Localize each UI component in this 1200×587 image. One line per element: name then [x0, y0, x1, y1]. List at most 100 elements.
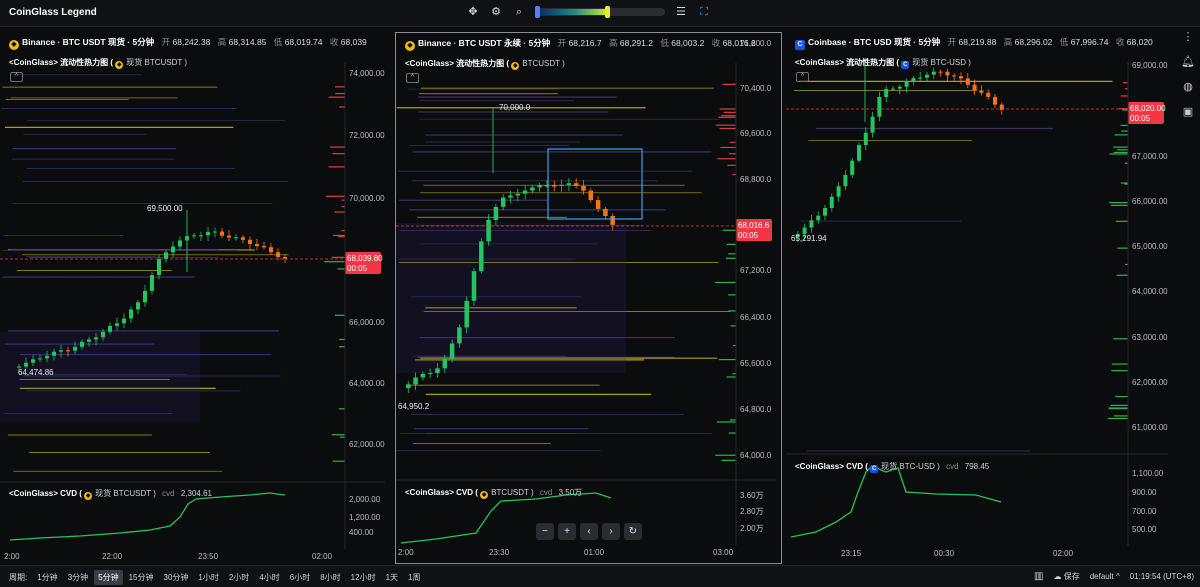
period-0[interactable]: 1分钟 — [33, 570, 61, 585]
period-5[interactable]: 1小时 — [194, 570, 222, 585]
price-axis-label: 74,000.00 — [349, 69, 385, 78]
layout-icon[interactable]: ▥ — [1034, 571, 1043, 582]
save-button[interactable]: ☁ 保存 — [1053, 571, 1079, 582]
candle-body — [435, 368, 440, 374]
layout-select[interactable]: default ^ — [1090, 572, 1120, 581]
zoom-out-button[interactable]: − — [536, 523, 554, 540]
zoom-in-button[interactable]: + — [558, 523, 576, 540]
candle-body — [143, 290, 147, 303]
period-12[interactable]: 1周 — [404, 570, 424, 585]
orderbook-bar — [1120, 124, 1128, 127]
candle-body — [595, 200, 601, 209]
layout-name: default — [1089, 572, 1114, 581]
candle-body — [52, 351, 56, 356]
candle-body — [938, 71, 943, 73]
candle-body — [870, 116, 875, 133]
orderbook-bar — [328, 96, 345, 98]
candle-body — [87, 339, 91, 342]
collapse-button[interactable]: ^ — [10, 72, 23, 82]
heatmap-indicator-title[interactable]: <CoinGlass> 流动性热力图 ( ◆ BTCUSDT ) — [405, 58, 565, 70]
orderbook-bar — [1114, 415, 1128, 417]
cvd-axis-label: 500.00 — [1132, 525, 1157, 534]
period-6[interactable]: 2小时 — [225, 570, 253, 585]
candle-body — [45, 355, 49, 359]
globe-icon[interactable]: ◍ — [1181, 80, 1195, 94]
orderbook-bar — [332, 256, 345, 258]
period-3[interactable]: 15分钟 — [125, 570, 158, 585]
orderbook-bar — [341, 229, 345, 232]
high-label: 高 — [1003, 37, 1013, 47]
chart-canvas[interactable]: 68,020.0000:05 69,000.00 67,000.00 66,000.0… — [786, 32, 1176, 564]
orderbook-bar — [334, 86, 345, 88]
settings-icon[interactable]: ⚙ — [489, 5, 503, 19]
heatmap-indicator-title[interactable]: <CoinGlass> 流动性热力图 ( ◆ 现货 BTCUSDT ) — [9, 57, 187, 69]
orderbook-bar — [334, 211, 345, 213]
cvd-indicator-title[interactable]: <CoinGlass> CVD ( C 现货 BTC-USD ) cvd 798.… — [795, 461, 989, 473]
orderbook-bar — [338, 408, 345, 410]
slider-min-handle[interactable] — [535, 6, 540, 18]
candle-body — [610, 216, 615, 225]
scroll-left-button[interactable]: ‹ — [580, 523, 598, 540]
candle-body — [178, 240, 182, 247]
period-7[interactable]: 4小时 — [255, 570, 283, 585]
candle-body — [276, 252, 280, 258]
cvd-ticker: 现货 BTC-USD ) — [881, 462, 940, 471]
price-axis-label: 68,800.0 — [740, 175, 772, 184]
screenshot-icon[interactable]: ⛶ — [697, 5, 711, 19]
heatmap-indicator-title[interactable]: <CoinGlass> 流动性热力图 ( C 现货 BTC-USD ) — [795, 57, 971, 69]
candle-body — [972, 84, 977, 91]
alert-icon[interactable]: 🔔︎ — [1181, 55, 1195, 69]
cvd-title: <CoinGlass> CVD ( — [9, 489, 82, 498]
collapse-button[interactable]: ^ — [796, 72, 809, 82]
cvd-axis-label: 400.00 — [349, 528, 374, 537]
candle-body — [850, 160, 855, 175]
chat-icon[interactable]: ▣ — [1181, 105, 1195, 119]
chart-panel-binance-spot[interactable]: 68,039.80 00:05 74,000.00 72,000.00 70,000.0… — [0, 32, 392, 564]
open-label: 开 — [161, 37, 171, 47]
price-axis-label: 63,000.00 — [1132, 333, 1168, 342]
candle-body — [891, 88, 895, 90]
chart-canvas[interactable]: 68,039.8000:05 74,000.00 72,000.00 70,000.0… — [0, 32, 392, 564]
cvd-axis-label: 1,100.00 — [1132, 469, 1164, 478]
period-11[interactable]: 1天 — [382, 570, 402, 585]
candle-body — [537, 185, 542, 188]
period-10[interactable]: 12小时 — [347, 570, 380, 585]
candle-body — [213, 231, 217, 233]
orderbook-bar — [330, 146, 345, 148]
candle-body — [588, 190, 594, 201]
search-icon[interactable]: ⌕ — [512, 5, 526, 19]
reset-view-button[interactable]: ↻ — [624, 523, 642, 540]
cvd-indicator-title[interactable]: <CoinGlass> CVD ( ◆ BTCUSDT ) cvd 3.50万 — [405, 487, 582, 499]
price-axis-label: 69,600.0 — [740, 129, 772, 138]
menu-icon[interactable]: ⋮ — [1181, 30, 1195, 44]
period-8[interactable]: 6小时 — [286, 570, 314, 585]
chart-panel-coinbase-spot[interactable]: 68,020.00 00:05 69,000.00 67,000.00 66,000.0… — [786, 32, 1176, 564]
orderbook-bar — [718, 358, 736, 361]
period-9[interactable]: 8小时 — [316, 570, 344, 585]
scroll-right-button[interactable]: › — [602, 523, 620, 540]
open-label: 开 — [557, 38, 567, 48]
candle-body — [234, 237, 238, 239]
period-4[interactable]: 30分钟 — [160, 570, 193, 585]
crosshair-icon[interactable]: ✥ — [466, 5, 480, 19]
last-price-tag: 68,016.600:05 — [736, 219, 772, 241]
time-axis-label: 00:30 — [934, 549, 955, 558]
heatmap-color-slider[interactable] — [535, 6, 665, 18]
cvd-indicator-title[interactable]: <CoinGlass> CVD ( ◆ 现货 BTCUSDT ) cvd 2,30… — [9, 488, 212, 500]
collapse-button[interactable]: ^ — [406, 73, 419, 83]
candle-body — [457, 327, 462, 344]
coinbase-icon: C — [795, 40, 805, 50]
candle-body — [925, 74, 929, 78]
candle-body — [122, 318, 126, 324]
candle-body — [471, 271, 477, 301]
chart-canvas[interactable]: 68,016.600:0571,200.070,400.069,600.068,… — [396, 33, 781, 563]
period-1[interactable]: 3分钟 — [64, 570, 92, 585]
selection-box[interactable] — [547, 148, 643, 220]
orderbook-bar — [338, 346, 345, 348]
toolbar: ✥ ⚙ ⌕ ☰ ⛶ — [466, 5, 711, 19]
chart-panel-binance-perp[interactable]: 68,016.6 00:05 71,200.0 70,400.0 69,600.0 68,… — [395, 32, 782, 564]
period-2[interactable]: 5分钟 — [94, 570, 123, 585]
slider-max-handle[interactable] — [605, 6, 610, 18]
filter-icon[interactable]: ☰ — [674, 5, 688, 19]
time-axis-label: 23:50 — [198, 552, 219, 561]
